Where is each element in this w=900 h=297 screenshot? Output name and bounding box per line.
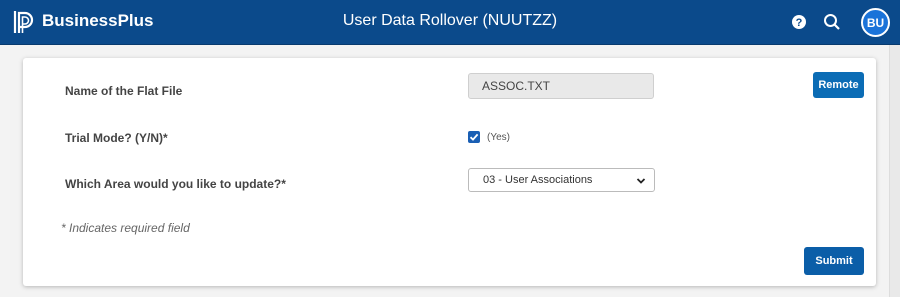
remote-button[interactable]: Remote	[813, 72, 864, 98]
submit-button[interactable]: Submit	[804, 247, 864, 275]
page-scrollbar[interactable]	[889, 45, 900, 297]
flat-file-input[interactable]	[468, 73, 654, 99]
update-area-label: Which Area would you like to update?*	[65, 177, 286, 191]
update-area-select[interactable]: 03 - User Associations	[468, 168, 655, 192]
checkmark-icon	[469, 133, 479, 141]
search-icon[interactable]	[821, 11, 843, 33]
update-area-selected-value: 03 - User Associations	[483, 174, 593, 186]
trial-mode-checkbox[interactable]	[468, 131, 480, 143]
required-field-note: * Indicates required field	[61, 221, 190, 235]
top-header: BusinessPlus User Data Rollover (NUUTZZ)…	[0, 0, 900, 45]
brand-name[interactable]: BusinessPlus	[42, 11, 154, 31]
rollover-form-card: Name of the Flat File Remote Trial Mode?…	[23, 58, 876, 286]
user-avatar[interactable]: BU	[861, 8, 890, 37]
flat-file-label: Name of the Flat File	[65, 84, 183, 98]
powerschool-logo-icon[interactable]	[13, 9, 35, 35]
chevron-down-icon	[636, 176, 646, 188]
trial-mode-checkbox-text: (Yes)	[487, 131, 510, 143]
svg-text:?: ?	[796, 17, 803, 29]
help-icon[interactable]: ?	[788, 11, 810, 33]
trial-mode-label: Trial Mode? (Y/N)*	[65, 131, 168, 145]
trial-mode-field: (Yes)	[468, 131, 510, 143]
